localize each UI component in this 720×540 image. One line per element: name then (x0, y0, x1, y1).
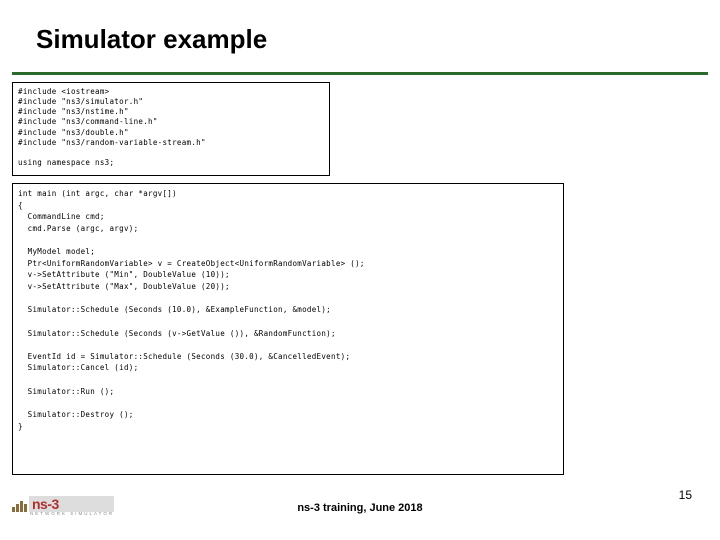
logo-subtext: NETWORK SIMULATOR (30, 511, 114, 516)
logo-text: ns-3 (29, 496, 114, 512)
logo-bars-icon (12, 501, 27, 512)
slide-title: Simulator example (36, 24, 267, 55)
title-rule (12, 72, 708, 75)
code-includes: #include <iostream> #include "ns3/simula… (12, 82, 330, 176)
code-main: int main (int argc, char *argv[]) { Comm… (12, 183, 564, 475)
footer-text: ns-3 training, June 2018 (297, 502, 422, 514)
ns3-logo: ns-3 NETWORK SIMULATOR (12, 496, 114, 516)
page-number: 15 (679, 488, 692, 502)
